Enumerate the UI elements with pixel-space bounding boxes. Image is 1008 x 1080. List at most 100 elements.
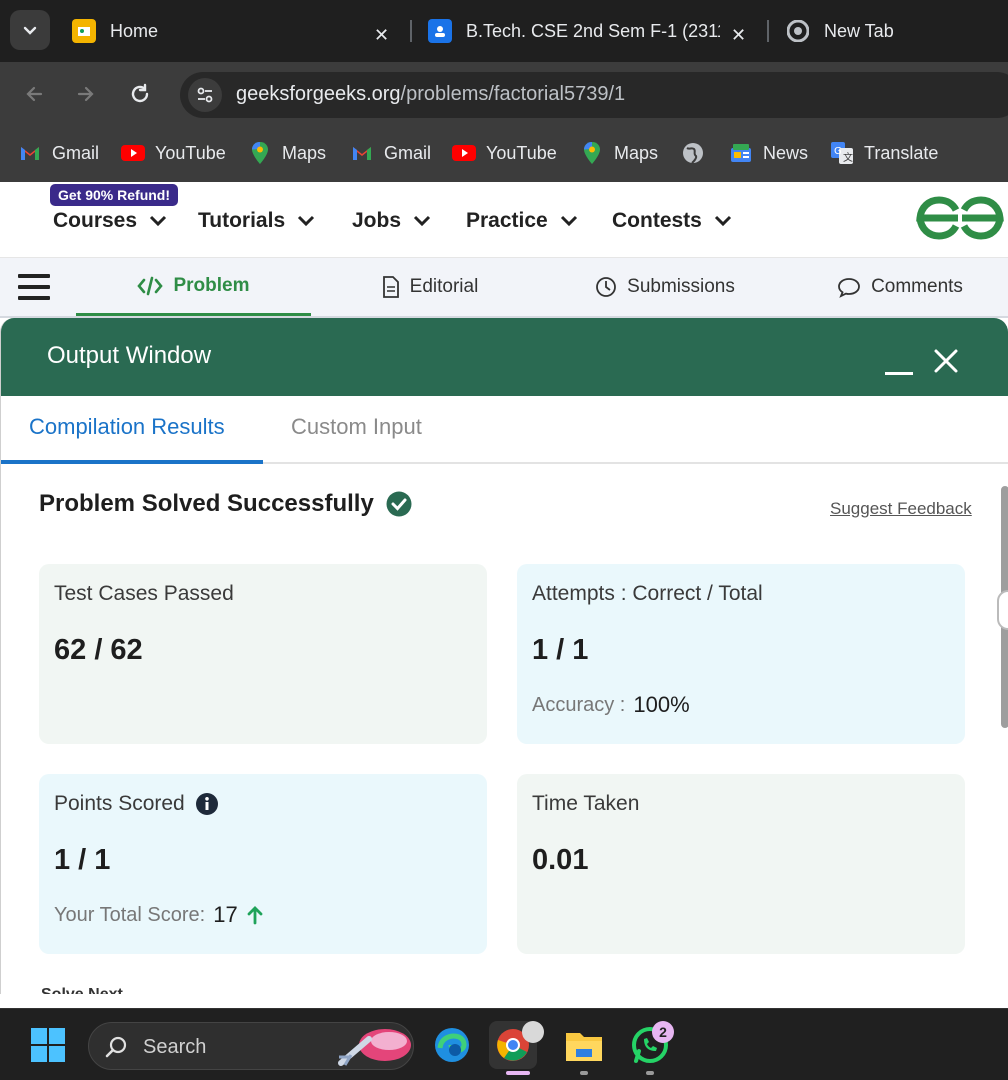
attempts-card: Attempts : Correct / Total 1 / 1 Accurac… [517, 564, 965, 744]
document-icon [382, 276, 400, 298]
card-value: 1 / 1 [54, 844, 111, 876]
browser-tab-home[interactable]: Home [72, 12, 158, 50]
close-icon[interactable]: ✕ [374, 16, 389, 54]
chevron-down-icon [149, 215, 167, 227]
clock-icon [595, 276, 617, 298]
tab-title: B.Tech. CSE 2nd Sem F-1 (23115 [466, 20, 720, 41]
notification-badge: 2 [652, 1021, 674, 1043]
edge-icon[interactable] [428, 1021, 476, 1069]
youtube-icon [121, 141, 145, 165]
browser-tab-new[interactable]: New Tab [786, 12, 894, 50]
card-label-text: Points Scored [54, 792, 185, 815]
bookmarks-bar: Gmail YouTube Maps Gmail YouTube Maps Ne… [0, 126, 1008, 182]
back-button[interactable] [18, 78, 50, 110]
nav-label: Tutorials [198, 209, 286, 232]
card-label: Points Scored [54, 792, 219, 816]
nav-practice[interactable]: Practice [466, 206, 578, 236]
tab-label: Submissions [627, 276, 735, 297]
arrow-right-icon [77, 86, 94, 102]
bookmark-maps[interactable]: Maps [248, 138, 326, 168]
nav-label: Practice [466, 209, 548, 232]
clipped-section-heading: Solve Next [41, 986, 123, 994]
url-text: geeksforgeeks.org/problems/factorial5739… [236, 83, 625, 106]
url-domain: geeksforgeeks.org [236, 83, 401, 105]
file-explorer-icon[interactable] [560, 1021, 608, 1069]
chevron-down-icon [23, 26, 37, 35]
svg-text:G: G [834, 146, 842, 157]
tab-editorial[interactable]: Editorial [330, 258, 530, 316]
close-icon[interactable]: ✕ [731, 16, 746, 54]
accuracy-value: 100% [633, 692, 690, 717]
app-indicator [646, 1071, 654, 1075]
tab-problem[interactable]: Problem [76, 258, 311, 316]
info-icon[interactable] [195, 792, 219, 816]
maps-icon [580, 141, 604, 165]
bookmark-label: News [763, 142, 809, 163]
tab-search-button[interactable] [10, 10, 50, 50]
bookmark-youtube[interactable]: YouTube [121, 138, 226, 168]
tab-custom-input[interactable]: Custom Input [291, 414, 422, 440]
close-icon[interactable] [933, 348, 959, 379]
side-handle[interactable] [997, 590, 1008, 630]
suggest-feedback-link[interactable]: Suggest Feedback [830, 499, 972, 519]
gfg-logo-icon [916, 196, 1004, 240]
tab-compilation-results[interactable]: Compilation Results [29, 414, 225, 440]
minimize-icon[interactable] [885, 372, 913, 375]
tab-separator [767, 20, 769, 42]
test-cases-card: Test Cases Passed 62 / 62 [39, 564, 487, 744]
reload-button[interactable] [124, 78, 156, 110]
bookmark-news[interactable]: News [729, 138, 808, 168]
bookmark-gmail[interactable]: Gmail [350, 138, 431, 168]
search-icon [105, 1036, 127, 1058]
tab-submissions[interactable]: Submissions [560, 258, 770, 316]
tab-separator [410, 20, 412, 42]
gfg-logo[interactable] [914, 194, 1006, 247]
chrome-icon [786, 19, 810, 43]
bookmark-youtube[interactable]: YouTube [452, 138, 557, 168]
tab-title: New Tab [824, 20, 894, 41]
bookmark-globe[interactable] [681, 138, 715, 168]
card-value: 0.01 [532, 844, 589, 876]
accuracy-row: Accuracy : 100% [532, 692, 690, 718]
bookmark-label: Maps [282, 142, 327, 163]
status-text: Problem Solved Successfully [39, 490, 374, 517]
nav-label: Contests [612, 209, 702, 232]
output-window: Output Window Compilation Results Custom… [0, 318, 1008, 994]
nav-courses[interactable]: Courses [53, 206, 167, 236]
browser-toolbar: geeksforgeeks.org/problems/factorial5739… [0, 62, 1008, 126]
nav-tutorials[interactable]: Tutorials [198, 206, 315, 236]
arrow-left-icon [26, 86, 43, 102]
bookmark-translate[interactable]: G文 Translate [830, 138, 938, 168]
check-circle-icon [386, 491, 412, 517]
gmail-icon [350, 141, 374, 165]
bookmark-label: Maps [614, 142, 659, 163]
chevron-down-icon [297, 215, 315, 227]
nav-contests[interactable]: Contests [612, 206, 732, 236]
card-label: Time Taken [532, 792, 640, 815]
tab-comments[interactable]: Comments [800, 258, 1000, 316]
total-score-value: 17 [213, 902, 238, 927]
forward-button[interactable] [70, 78, 102, 110]
bookmark-gmail[interactable]: Gmail [18, 138, 99, 168]
svg-text:文: 文 [843, 151, 853, 164]
bookmark-maps[interactable]: Maps [580, 138, 658, 168]
card-label: Attempts : Correct / Total [532, 582, 763, 605]
nav-label: Jobs [352, 209, 402, 232]
menu-icon[interactable] [18, 274, 52, 302]
app-indicator [580, 1071, 588, 1075]
address-bar[interactable]: geeksforgeeks.org/problems/factorial5739… [180, 72, 1008, 118]
chevron-down-icon [413, 215, 431, 227]
windows-start-icon[interactable] [24, 1021, 72, 1069]
site-header: Get 90% Refund! Courses Tutorials Jobs P… [0, 182, 1008, 258]
nav-label: Courses [53, 209, 138, 232]
chevron-down-icon [560, 215, 578, 227]
promo-badge[interactable]: Get 90% Refund! [50, 184, 179, 206]
nav-jobs[interactable]: Jobs [352, 206, 431, 236]
search-placeholder: Search [143, 1036, 207, 1058]
browser-tab-classroom[interactable]: B.Tech. CSE 2nd Sem F-1 (23115 [428, 12, 720, 50]
bookmark-label: YouTube [155, 142, 226, 163]
tab-label: Comments [871, 276, 963, 297]
site-info-icon[interactable] [188, 78, 222, 112]
taskbar-search[interactable]: Search [88, 1022, 414, 1070]
tab-title: Home [110, 20, 159, 41]
